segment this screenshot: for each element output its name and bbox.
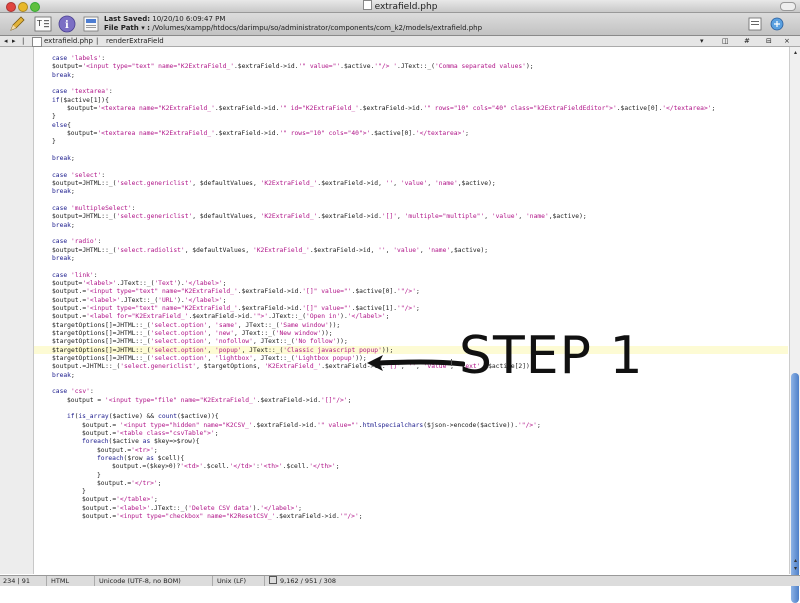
code-line[interactable]: $output.= '<input type="hidden" name="K2…	[82, 422, 541, 430]
code-line[interactable]: $output=JHTML::_('select.genericlist', $…	[52, 213, 587, 221]
document-stats-icon	[269, 576, 277, 584]
code-line[interactable]: $output.='<input type="text" name="K2Ext…	[52, 288, 420, 296]
code-line[interactable]: case 'select':	[52, 172, 105, 180]
code-line[interactable]: $output.='<input type="text" name="K2Ext…	[52, 305, 420, 313]
last-saved-value: 10/20/10 6:09:47 PM	[152, 15, 226, 23]
nav-separator: |	[22, 37, 25, 45]
window-title: extrafield.php	[0, 0, 800, 13]
code-line[interactable]: $output.='<tr>';	[97, 447, 158, 455]
code-line[interactable]: $output.='<label>'.JText::_('Delete CSV …	[82, 505, 302, 513]
code-line[interactable]: $output=JHTML::_('select.genericlist', $…	[52, 180, 496, 188]
code-line[interactable]: }	[52, 138, 56, 146]
code-line[interactable]: case 'csv':	[52, 388, 94, 396]
code-line[interactable]: case 'radio':	[52, 238, 101, 246]
scroll-up-arrow-icon[interactable]: ▴	[792, 49, 799, 56]
document-stats-value: 9,162 / 951 / 308	[280, 577, 337, 585]
window-title-text: extrafield.php	[374, 2, 438, 12]
code-line[interactable]: $targetOptions[]=JHTML::_('select.option…	[52, 355, 367, 363]
svg-text:i: i	[65, 20, 69, 31]
code-line[interactable]: $output.='</tr>';	[97, 480, 161, 488]
step-annotation: STEP 1	[459, 326, 644, 386]
code-line[interactable]: $output='<label>'.JText::_('Text').'</la…	[52, 280, 226, 288]
line-number-gutter	[0, 47, 34, 574]
code-line[interactable]: $output.=($key>0)?'<td>'.$cell.'</td>':'…	[112, 463, 340, 471]
counterpart-icon[interactable]: ◫	[722, 36, 729, 46]
code-line[interactable]: case 'labels':	[52, 55, 105, 63]
code-line[interactable]: $output.='<label for="K2ExtraField_'.$ex…	[52, 313, 389, 321]
code-line[interactable]: break;	[52, 372, 75, 380]
code-line[interactable]: }	[52, 113, 56, 121]
markers-icon[interactable]: #	[744, 36, 750, 46]
file-icon	[32, 37, 42, 47]
code-line[interactable]: break;	[52, 155, 75, 163]
status-bar: 234 | 91 HTML Unicode (UTF-8, no BOM) Un…	[0, 575, 800, 586]
text-cursor-icon: I	[450, 358, 453, 369]
code-line[interactable]: $output='<textarea name="K2ExtraField_'.…	[67, 105, 715, 113]
navigation-bar: ◂ ▸ | extrafield.php | renderExtraField …	[0, 36, 800, 47]
code-line[interactable]: $targetOptions[]=JHTML::_('select.option…	[52, 330, 333, 338]
function-separator: |	[96, 37, 99, 45]
document-list-icon[interactable]	[748, 17, 762, 31]
code-line[interactable]: $output='<input type="text" name="K2Extr…	[52, 63, 534, 71]
file-path-label[interactable]: File Path ▾ :	[104, 24, 150, 32]
code-line[interactable]: break;	[52, 222, 75, 230]
code-line[interactable]: break;	[52, 255, 75, 263]
text-options-icon[interactable]: T	[34, 15, 52, 33]
vertical-scrollbar[interactable]: ▴ ▴ ▾	[789, 47, 800, 603]
document-icon	[362, 0, 372, 10]
chevron-down-icon[interactable]: ▾	[700, 36, 704, 46]
code-line[interactable]: if($active[1]){	[52, 97, 109, 105]
back-arrow-icon[interactable]: ◂	[4, 36, 8, 46]
code-line[interactable]: if(is_array($active) && count($active)){	[67, 413, 219, 421]
function-popup[interactable]: renderExtraField	[106, 36, 164, 46]
code-line[interactable]: $output = '<input type="file" name="K2Ex…	[67, 397, 351, 405]
code-line[interactable]: $targetOptions[]=JHTML::_('select.option…	[52, 322, 340, 330]
code-line[interactable]: $output.='<label>'.JText::_('URL').'</la…	[52, 297, 226, 305]
code-line[interactable]: else{	[52, 122, 71, 130]
scroll-down-arrow-icon[interactable]: ▾	[792, 565, 799, 572]
save-info: Last Saved: 10/20/10 6:09:47 PM File Pat…	[104, 15, 482, 33]
code-line[interactable]: }	[82, 488, 86, 496]
code-line[interactable]: $output.='<table class="csvTable">';	[82, 430, 219, 438]
code-line[interactable]: break;	[52, 72, 75, 80]
file-popup[interactable]: extrafield.php	[44, 36, 93, 46]
pencil-icon[interactable]	[8, 15, 26, 33]
toolbar-toggle-button[interactable]	[780, 2, 796, 11]
info-icon[interactable]: i	[58, 15, 76, 33]
code-line[interactable]: foreach($active as $key=>$row){	[82, 438, 200, 446]
scroll-up-arrow-icon-bottom[interactable]: ▴	[792, 557, 799, 564]
document-status-icon	[83, 16, 99, 32]
code-line[interactable]: foreach($row as $cell){	[97, 455, 184, 463]
close-document-icon[interactable]: ×	[784, 36, 790, 46]
svg-text:T: T	[36, 19, 42, 28]
file-path-value: /Volumes/xampp/htdocs/darimpu/so/adminis…	[152, 24, 483, 32]
last-saved-label: Last Saved:	[104, 15, 151, 23]
code-line[interactable]: $targetOptions[]=JHTML::_('select.option…	[52, 347, 393, 355]
code-line[interactable]: $output=JHTML::_('select.radiolist', $de…	[52, 247, 488, 255]
code-line[interactable]: case 'multipleSelect':	[52, 205, 135, 213]
code-line[interactable]: case 'link':	[52, 272, 98, 280]
code-line[interactable]: $output='<textarea name="K2ExtraField_'.…	[67, 130, 469, 138]
code-line[interactable]: $output.='</table>';	[82, 496, 158, 504]
code-line[interactable]: case 'textarea':	[52, 88, 113, 96]
toolbar: T i Last Saved: 10/20/10 6:09:47 PM File…	[0, 13, 800, 36]
split-view-icon[interactable]: ⊟	[766, 36, 772, 46]
code-line[interactable]: }	[97, 472, 101, 480]
code-line[interactable]: $output.='<input type="checkbox" name="K…	[82, 513, 363, 521]
title-bar: extrafield.php	[0, 0, 800, 13]
code-line[interactable]: break;	[52, 188, 75, 196]
forward-arrow-icon[interactable]: ▸	[12, 36, 16, 46]
browser-preview-icon[interactable]	[770, 17, 784, 31]
code-editor[interactable]: case 'labels': $output='<input type="text…	[34, 47, 788, 574]
